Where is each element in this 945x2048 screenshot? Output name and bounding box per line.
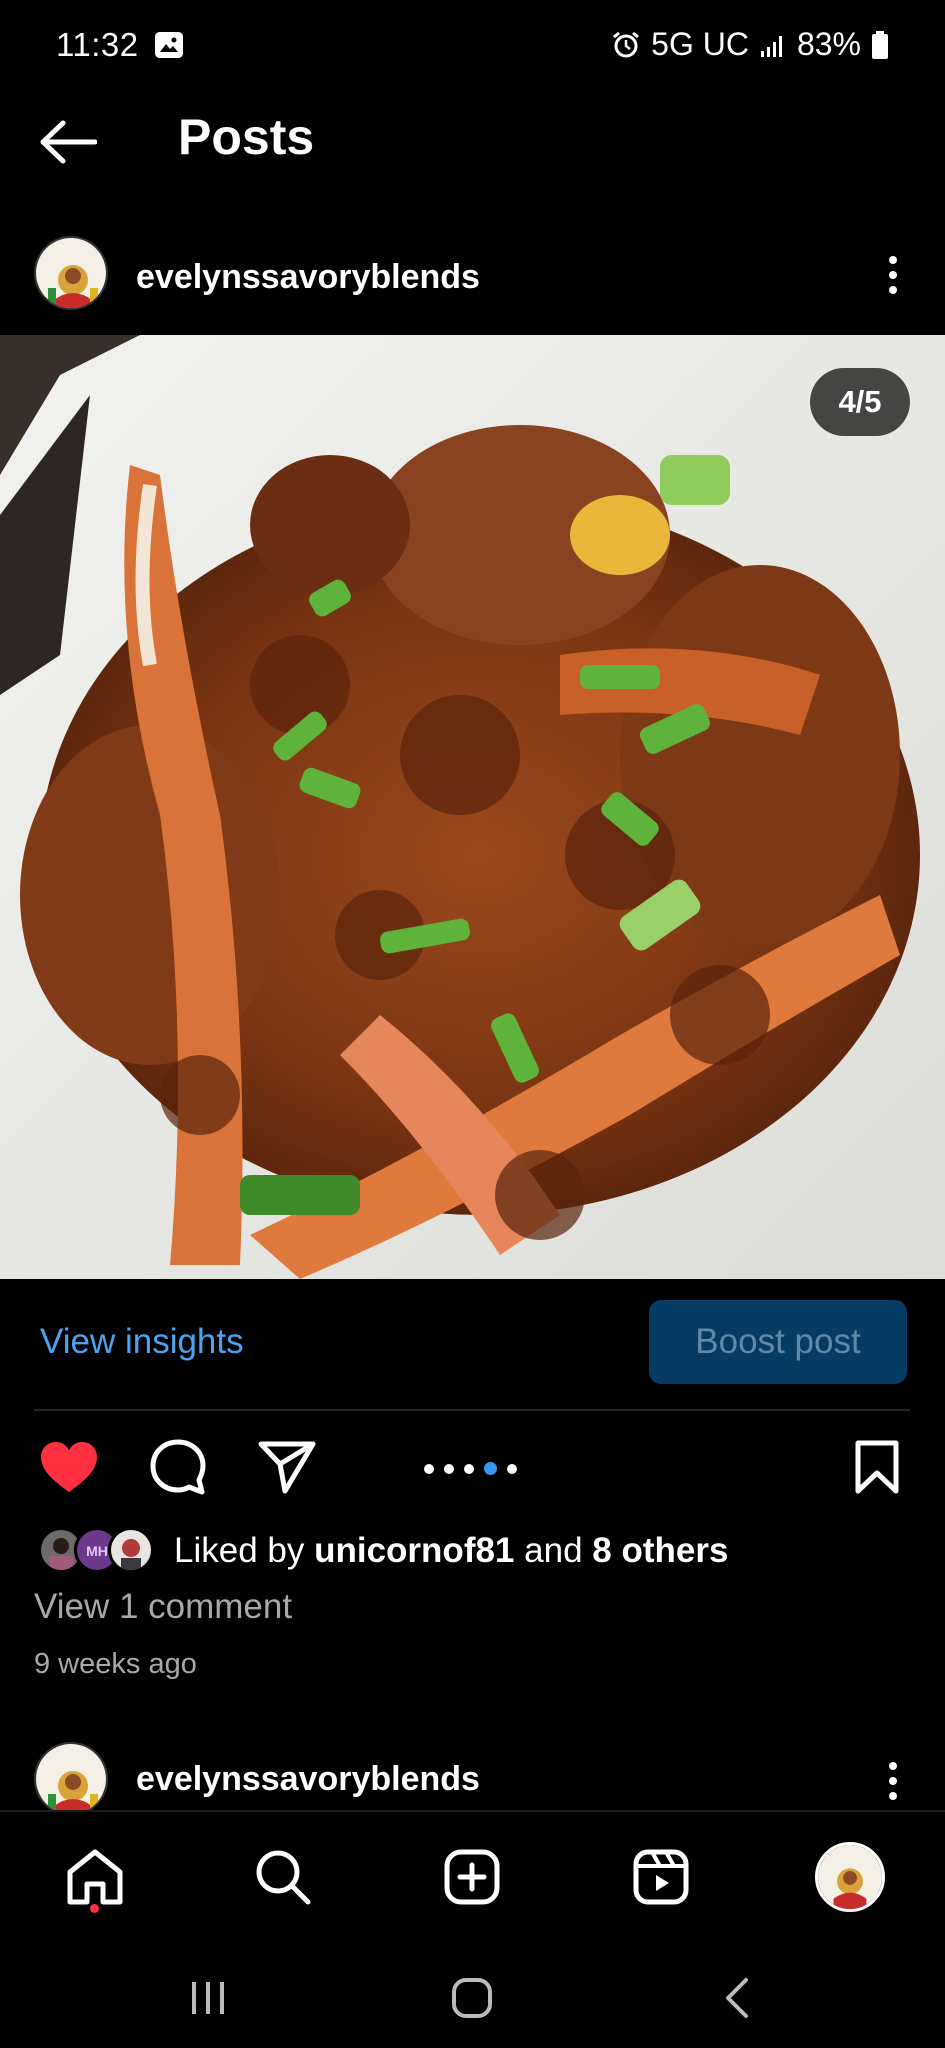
image-counter-badge: 4/5 [810,368,910,436]
battery-icon [872,30,888,59]
carousel-dot-active [484,1462,497,1475]
carousel-dot [464,1463,474,1474]
next-post-username[interactable]: evelynssavoryblends [136,1760,480,1799]
heart-icon [41,1442,97,1492]
post-actions [0,1432,945,1502]
share-button[interactable] [252,1432,322,1502]
liker-avatars[interactable]: MH [38,1527,156,1575]
recents-icon [192,1982,224,2014]
create-icon [444,1849,500,1905]
nav-home[interactable] [60,1842,130,1912]
brand-logo [36,238,106,308]
nav-create[interactable] [437,1842,507,1912]
likes-row: MH Liked by unicornof81 and 8 others [38,1526,728,1576]
status-right-group: 5G UC 83% [611,26,889,63]
food-photo [0,335,945,1279]
back-system-button[interactable] [707,1970,767,2026]
status-bar: 11:32 5G UC 83% [0,0,945,90]
avatar[interactable] [34,1742,108,1810]
home-icon [67,1849,123,1905]
chevron-left-icon [726,1978,748,2018]
liked-by-text: Liked by unicornof81 and 8 others [174,1531,728,1571]
nav-reels[interactable] [626,1842,696,1912]
carousel-dot [424,1463,434,1474]
nav-search[interactable] [248,1842,318,1912]
battery-label: 83% [796,26,861,62]
liker-avatar [108,1527,154,1573]
post-timestamp: 9 weeks ago [34,1648,197,1680]
page-title: Posts [178,109,315,165]
avatar[interactable] [34,236,108,310]
more-options-button[interactable] [881,1756,905,1806]
signal-icon [760,35,782,57]
home-circle-icon [452,1978,492,2018]
bookmark-icon [855,1440,899,1494]
back-button[interactable] [36,114,100,170]
arrow-left-icon [40,120,97,164]
network-label: 5G UC [651,26,749,62]
bottom-navigation [0,1810,945,1942]
recents-button[interactable] [178,1970,238,2026]
image-icon [155,32,183,58]
next-post-header: evelynssavoryblends [0,1736,945,1810]
liked-by-prefix: Liked by [174,1531,305,1570]
nav-profile[interactable] [815,1842,885,1912]
boost-post-button[interactable]: Boost post [649,1300,907,1384]
send-icon [258,1441,316,1494]
view-insights-link[interactable]: View insights [40,1322,244,1362]
reels-icon [633,1849,689,1905]
liked-by-others[interactable]: 8 others [592,1531,728,1570]
carousel-dot [444,1463,454,1474]
save-button[interactable] [842,1432,912,1502]
divider [34,1409,910,1411]
home-system-button[interactable] [442,1970,502,2026]
search-icon [256,1850,311,1905]
profile-avatar [815,1842,885,1912]
status-time: 11:32 [56,26,139,63]
insights-row: View insights Boost post [0,1300,945,1384]
liked-by-and: and [524,1531,583,1570]
brand-logo [36,1744,106,1810]
top-app-bar: Posts [0,100,945,180]
post-header: evelynssavoryblends [0,228,945,328]
post-image[interactable] [0,335,945,1279]
post-username[interactable]: evelynssavoryblends [136,258,480,297]
carousel-dot [507,1463,517,1474]
comment-icon [150,1439,206,1495]
alarm-icon [613,31,640,57]
more-options-button[interactable] [881,250,905,300]
system-navigation [0,1942,945,2048]
activity-dot [90,1904,99,1913]
liker-avatar-text: MH [86,1543,108,1559]
view-comments-link[interactable]: View 1 comment [34,1587,292,1627]
liked-by-user[interactable]: unicornof81 [314,1531,514,1570]
comment-button[interactable] [143,1432,213,1502]
carousel-indicator [424,1462,517,1475]
like-button[interactable] [34,1432,104,1502]
